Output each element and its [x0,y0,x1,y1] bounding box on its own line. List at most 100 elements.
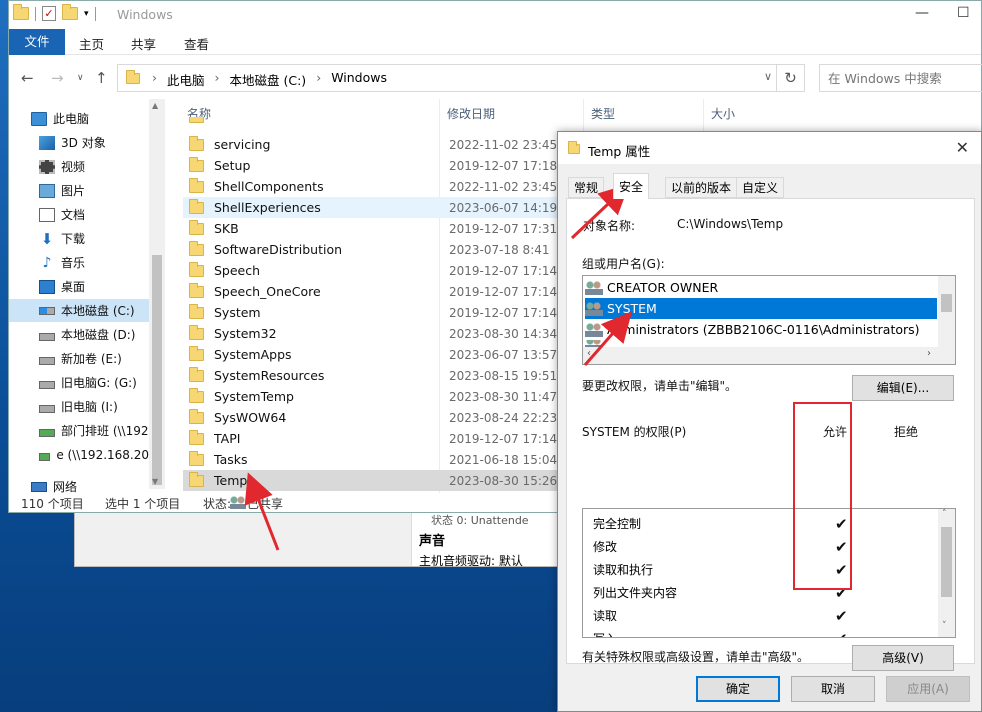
cancel-button[interactable]: 取消 [791,676,875,702]
permission-row: 读取和执行 ✔ [593,558,933,581]
search-box[interactable] [819,64,982,92]
video-icon [39,159,55,174]
sidebar-item-label: 视频 [61,160,86,174]
scroll-down-icon[interactable]: ˅ [942,621,947,631]
file-modified-date: 2023-07-18 8:41 [449,242,550,257]
permissions-list[interactable]: 完全控制✔修改✔读取和执行✔列出文件夹内容✔ 读取 ✔ 写入 ✔ ˄ ˅ [582,508,956,638]
file-name: Tasks [214,452,248,467]
permissions-scrollbar[interactable]: ˄ ˅ [938,509,955,637]
groups-label: 组或用户名(G): [582,257,665,271]
folder-icon [189,219,204,235]
file-name: SystemApps [214,347,292,362]
table-row[interactable] [183,117,735,125]
change-permissions-hint: 要更改权限，请单击"编辑"。 [582,379,738,393]
folder-icon [126,70,140,84]
navigation-pane-scrollbar[interactable]: ▲ ▼ [149,99,165,489]
annotation-highlight-box [793,402,852,590]
sidebar-item-network-drive-e[interactable]: e (\\192.168.20 [39,443,149,466]
file-modified-date: 2023-08-30 15:26 [449,473,558,488]
scroll-left-icon[interactable]: ‹ [587,348,591,359]
list-item-creator-owner[interactable]: CREATOR OWNER [585,277,937,298]
tab-general[interactable]: 常规 [568,177,605,198]
user-list-horizontal-scrollbar[interactable]: ‹ › [583,347,955,364]
tab-customize[interactable]: 自定义 [736,177,785,198]
edit-button[interactable]: 编辑(E)... [852,375,954,401]
user-list-vertical-scrollbar[interactable] [938,276,955,348]
scrollbar-thumb[interactable] [152,255,162,485]
breadcrumb-windows[interactable]: Windows [331,70,387,89]
tab-previous-versions[interactable]: 以前的版本 [665,177,738,198]
user-list[interactable]: CREATOR OWNER SYSTEM Administrators (ZBB… [582,275,956,365]
tab-security[interactable]: 安全 [613,173,650,199]
tab-share[interactable]: 共享 [131,34,156,53]
search-input[interactable] [820,65,982,91]
background-sound-heading: 声音 [419,534,446,549]
properties-icon[interactable]: ✓ [42,6,56,21]
address-bar[interactable]: › 此电脑 › 本地磁盘 (C:) › Windows ∨ [117,64,777,92]
close-icon[interactable]: ✕ [956,138,969,157]
sidebar-item-network-drive-schedule[interactable]: 部门排班 (\\192 [39,419,149,442]
forward-arrow-icon[interactable]: → [51,69,64,87]
file-name: Speech_OneCore [214,284,321,299]
folder-icon [189,408,204,424]
folder-icon [189,135,204,151]
ok-button[interactable]: 确定 [696,676,780,702]
file-name: ShellComponents [214,179,324,194]
breadcrumb-this-pc[interactable]: 此电脑 [167,70,205,89]
refresh-button[interactable]: ↻ [777,64,805,92]
scroll-down-icon[interactable]: ▼ [152,477,158,486]
folder-icon [568,141,580,154]
permission-name: 读取 [593,609,618,623]
ribbon-tabs: 文件 主页 共享 查看 [9,29,981,55]
list-item-administrators[interactable]: Administrators (ZBBB2106C-0116\Administr… [585,319,937,340]
breadcrumb-c-drive[interactable]: 本地磁盘 (C:) [230,70,307,89]
apply-button[interactable]: 应用(A) [886,676,970,702]
address-dropdown-icon[interactable]: ∨ [764,70,772,83]
file-modified-date: 2023-08-24 22:23 [449,410,558,425]
network-drive-icon [39,428,55,437]
permission-name: 读取和执行 [593,563,654,577]
file-name: SysWOW64 [214,410,287,425]
permissions-label: SYSTEM 的权限(P) [582,425,687,439]
minimize-icon[interactable]: — [915,5,929,21]
tab-view[interactable]: 查看 [184,34,209,53]
scroll-up-icon[interactable]: ▲ [152,101,158,110]
tab-home[interactable]: 主页 [79,34,104,53]
advanced-settings-hint: 有关特殊权限或高级设置，请单击"高级"。 [582,650,810,664]
file-name: Temp [214,473,248,488]
file-name: SystemTemp [214,389,294,404]
3d-objects-icon [39,135,55,150]
scroll-up-icon[interactable]: ˄ [942,509,947,519]
navigation-bar: ← → ∨ ↑ › 此电脑 › 本地磁盘 (C:) › Windows ∨ ↻ [9,57,982,99]
breadcrumb-separator-icon: › [316,70,322,85]
maximize-icon[interactable]: ☐ [957,5,970,21]
folder-icon [189,450,204,466]
folder-icon [189,240,204,256]
new-folder-icon[interactable] [62,4,78,20]
window-title: Windows [117,7,173,22]
scroll-right-icon[interactable]: › [927,348,931,359]
desktop-icon [39,279,55,294]
file-name: SKB [214,221,239,236]
sidebar-item-label: 部门排班 (\\192 [61,424,149,438]
back-arrow-icon[interactable]: ← [21,69,34,87]
shared-users-icon [230,496,246,509]
object-name-label: 对象名称: [583,219,636,233]
scrollbar-thumb[interactable] [941,294,952,312]
file-name: ShellExperiences [214,200,321,215]
sidebar-item-label: 下载 [61,232,86,246]
sidebar-item-label: 本地磁盘 (C:) [61,304,135,318]
up-arrow-icon[interactable]: ↑ [95,69,108,87]
customize-toolbar-icon[interactable]: ▾ [84,9,89,19]
recent-locations-chevron-icon[interactable]: ∨ [77,73,84,83]
sidebar-item-label: 音乐 [61,256,86,270]
file-modified-date: 2019-12-07 17:18 [449,158,558,173]
permission-row: 完全控制 ✔ [593,512,933,535]
folder-icon [189,303,204,319]
sidebar-item-local-disk-c[interactable]: 本地磁盘 (C:) [9,299,149,322]
advanced-button[interactable]: 高级(V) [852,645,954,671]
list-item-system[interactable]: SYSTEM [585,298,937,319]
scrollbar-thumb[interactable] [941,527,952,597]
tab-file[interactable]: 文件 [9,29,65,55]
permission-row: 修改 ✔ [593,535,933,558]
